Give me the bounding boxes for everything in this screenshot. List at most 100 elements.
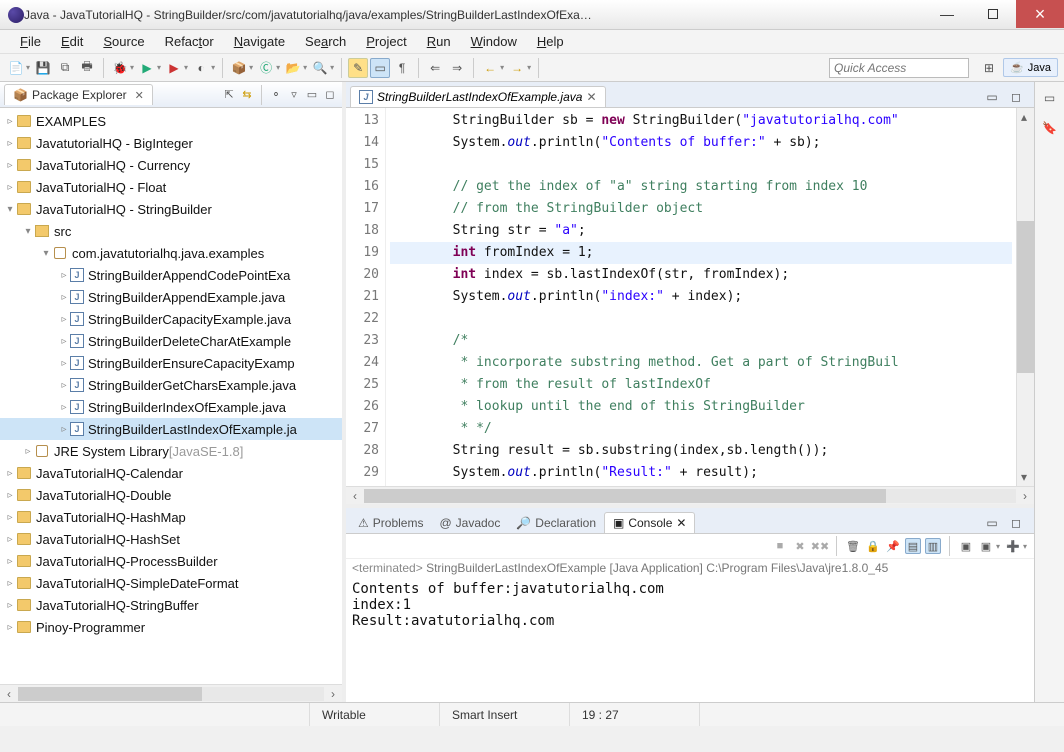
terminate-icon[interactable]: ■ bbox=[772, 538, 788, 554]
annotation-prev-icon[interactable]: ⇐ bbox=[425, 58, 445, 78]
tree-horizontal-scrollbar[interactable]: ‹ › bbox=[0, 684, 342, 702]
twisty-icon[interactable]: ▹ bbox=[4, 534, 16, 545]
tree-item[interactable]: ▹EXAMPLES bbox=[0, 110, 342, 132]
tab-problems[interactable]: ⚠Problems bbox=[350, 513, 431, 533]
quick-access-input[interactable] bbox=[829, 58, 969, 78]
twisty-icon[interactable]: ▹ bbox=[4, 556, 16, 567]
twisty-icon[interactable]: ▹ bbox=[58, 270, 70, 281]
twisty-icon[interactable]: ▾ bbox=[22, 226, 34, 237]
open-type-icon[interactable]: 📂 bbox=[283, 58, 303, 78]
new-package-icon[interactable]: 📦 bbox=[229, 58, 249, 78]
print-icon[interactable]: 🖶 bbox=[77, 58, 97, 78]
maximize-bottom-icon[interactable]: ◻ bbox=[1006, 513, 1026, 533]
minimize-view-icon[interactable]: ▭ bbox=[304, 87, 320, 103]
scroll-lock-icon[interactable]: 🔒 bbox=[865, 538, 881, 554]
maximize-editor-icon[interactable]: ◻ bbox=[1006, 87, 1026, 107]
menu-run[interactable]: Run bbox=[417, 31, 461, 52]
tree-item[interactable]: ▹JavaTutorialHQ-ProcessBuilder bbox=[0, 550, 342, 572]
menu-navigate[interactable]: Navigate bbox=[224, 31, 295, 52]
tree-item[interactable]: ▹Pinoy-Programmer bbox=[0, 616, 342, 638]
twisty-icon[interactable]: ▹ bbox=[4, 490, 16, 501]
editor-tab[interactable]: StringBuilderLastIndexOfExample.java ✕ bbox=[350, 86, 606, 107]
minimize-bottom-icon[interactable]: ▭ bbox=[982, 513, 1002, 533]
tree-item[interactable]: ▹StringBuilderCapacityExample.java bbox=[0, 308, 342, 330]
twisty-icon[interactable]: ▹ bbox=[4, 138, 16, 149]
scroll-right-icon[interactable]: › bbox=[1016, 489, 1034, 503]
tree-item[interactable]: ▾com.javatutorialhq.java.examples bbox=[0, 242, 342, 264]
twisty-icon[interactable]: ▹ bbox=[58, 402, 70, 413]
twisty-icon[interactable]: ▹ bbox=[58, 380, 70, 391]
save-all-icon[interactable]: ⧉ bbox=[55, 58, 75, 78]
twisty-icon[interactable]: ▹ bbox=[58, 292, 70, 303]
scroll-right-icon[interactable]: › bbox=[324, 687, 342, 701]
minimize-button[interactable]: — bbox=[924, 0, 970, 28]
link-editor-icon[interactable]: ⇆ bbox=[239, 87, 255, 103]
package-explorer-tree[interactable]: ▹EXAMPLES▹JavatutorialHQ - BigInteger ▹Ja… bbox=[0, 108, 342, 684]
focus-icon[interactable]: ⚬ bbox=[268, 87, 284, 103]
run-last-icon[interactable]: ▶ bbox=[164, 58, 184, 78]
menu-project[interactable]: Project bbox=[356, 31, 416, 52]
tree-item[interactable]: ▹StringBuilderLastIndexOfExample.ja bbox=[0, 418, 342, 440]
twisty-icon[interactable]: ▹ bbox=[4, 578, 16, 589]
back-icon[interactable]: ← bbox=[480, 58, 500, 78]
new-class-icon[interactable]: Ⓒ bbox=[256, 58, 276, 78]
scroll-left-icon[interactable]: ‹ bbox=[0, 687, 18, 701]
editor-vertical-scrollbar[interactable]: ▴▾ bbox=[1016, 108, 1034, 486]
twisty-icon[interactable]: ▹ bbox=[4, 600, 16, 611]
tree-item[interactable]: ▹JavaTutorialHQ-HashSet bbox=[0, 528, 342, 550]
coverage-icon[interactable]: ◐ bbox=[191, 58, 211, 78]
twisty-icon[interactable]: ▹ bbox=[22, 446, 34, 457]
display-selected-icon[interactable]: ▣ bbox=[958, 538, 974, 554]
twisty-icon[interactable]: ▹ bbox=[4, 512, 16, 523]
show-stdout-icon[interactable]: ▤ bbox=[905, 538, 921, 554]
annotation-next-icon[interactable]: ⇒ bbox=[447, 58, 467, 78]
perspective-java[interactable]: ☕Java bbox=[1003, 58, 1058, 77]
twisty-icon[interactable]: ▾ bbox=[4, 204, 16, 215]
toggle-block-icon[interactable]: ▭ bbox=[370, 58, 390, 78]
tree-item[interactable]: ▹JavaTutorialHQ-Calendar bbox=[0, 462, 342, 484]
collapse-all-icon[interactable]: ⇱ bbox=[221, 87, 237, 103]
menu-window[interactable]: Window bbox=[461, 31, 527, 52]
tree-item[interactable]: ▹StringBuilderAppendExample.java bbox=[0, 286, 342, 308]
editor-code[interactable]: StringBuilder sb = new StringBuilder("ja… bbox=[386, 108, 1016, 486]
tree-item[interactable]: ▹JavaTutorialHQ-StringBuffer bbox=[0, 594, 342, 616]
menu-refactor[interactable]: Refactor bbox=[155, 31, 224, 52]
new-console-icon[interactable]: ➕ bbox=[1005, 538, 1021, 554]
new-icon[interactable]: 📄 bbox=[6, 58, 26, 78]
tree-item[interactable]: ▹JavatutorialHQ - BigInteger bbox=[0, 132, 342, 154]
twisty-icon[interactable]: ▹ bbox=[4, 622, 16, 633]
tree-item[interactable]: ▹StringBuilderEnsureCapacityExamp bbox=[0, 352, 342, 374]
pin-console-icon[interactable]: 📌 bbox=[885, 538, 901, 554]
close-view-icon[interactable]: ✕ bbox=[135, 89, 144, 102]
remove-all-icon[interactable]: ✖✖ bbox=[812, 538, 828, 554]
editor-horizontal-scrollbar[interactable]: ‹ › bbox=[346, 486, 1034, 504]
view-menu-icon[interactable]: ▿ bbox=[286, 87, 302, 103]
tree-item[interactable]: ▾src bbox=[0, 220, 342, 242]
tree-item[interactable]: ▹JavaTutorialHQ-Double bbox=[0, 484, 342, 506]
debug-icon[interactable]: 🐞 bbox=[110, 58, 130, 78]
show-whitespace-icon[interactable]: ¶ bbox=[392, 58, 412, 78]
twisty-icon[interactable]: ▹ bbox=[4, 468, 16, 479]
maximize-button[interactable] bbox=[970, 0, 1016, 28]
tree-item[interactable]: ▹JavaTutorialHQ-HashMap bbox=[0, 506, 342, 528]
tab-javadoc[interactable]: @Javadoc bbox=[431, 513, 508, 533]
save-icon[interactable]: 💾 bbox=[33, 58, 53, 78]
tree-item[interactable]: ▹JavaTutorialHQ-SimpleDateFormat bbox=[0, 572, 342, 594]
menu-search[interactable]: Search bbox=[295, 31, 356, 52]
twisty-icon[interactable]: ▹ bbox=[58, 314, 70, 325]
twisty-icon[interactable]: ▹ bbox=[58, 424, 70, 435]
clear-console-icon[interactable]: 🗑 bbox=[845, 538, 861, 554]
tab-console[interactable]: ▣Console ✕ bbox=[604, 512, 695, 533]
twisty-icon[interactable]: ▹ bbox=[4, 116, 16, 127]
close-editor-icon[interactable]: ✕ bbox=[586, 90, 596, 104]
forward-icon[interactable]: → bbox=[507, 58, 527, 78]
run-icon[interactable]: ▶ bbox=[137, 58, 157, 78]
tree-item[interactable]: ▹StringBuilderDeleteCharAtExample bbox=[0, 330, 342, 352]
right-trim-stack[interactable]: ▭ 🔖 bbox=[1034, 82, 1064, 702]
remove-launch-icon[interactable]: ✖ bbox=[792, 538, 808, 554]
twisty-icon[interactable]: ▹ bbox=[58, 358, 70, 369]
twisty-icon[interactable]: ▹ bbox=[58, 336, 70, 347]
tree-item[interactable]: ▹StringBuilderAppendCodePointExa bbox=[0, 264, 342, 286]
package-explorer-tab[interactable]: 📦 Package Explorer ✕ bbox=[4, 84, 153, 105]
menu-source[interactable]: Source bbox=[93, 31, 154, 52]
